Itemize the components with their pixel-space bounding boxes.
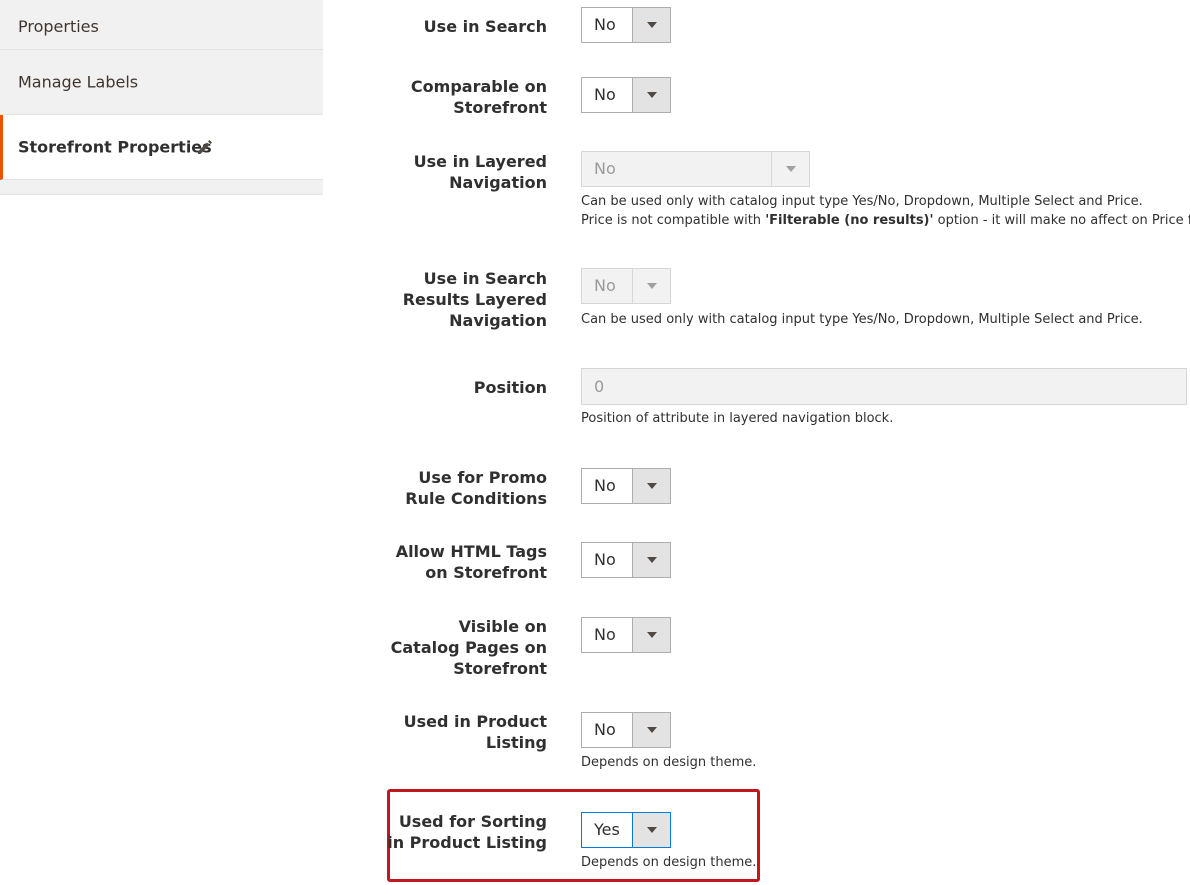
position-label: Position: [473, 378, 547, 397]
use-in-search-label: Use in Search: [423, 17, 547, 36]
html-tags-label: Allow HTML Tags on Storefront: [395, 542, 547, 582]
promo-rules-select[interactable]: No: [581, 468, 671, 504]
product-listing-note: Depends on design theme.: [581, 755, 757, 770]
chevron-down-icon: [632, 813, 670, 847]
layered-nav-note: Can be used only with catalog input type…: [581, 194, 1190, 228]
chevron-down-icon: [632, 78, 670, 112]
sidebar-item-label: Properties: [18, 17, 99, 36]
comparable-select[interactable]: No: [581, 77, 671, 113]
visible-catalog-label: Visible on Catalog Pages on Storefront: [390, 617, 547, 678]
layered-nav-select: No: [581, 151, 810, 187]
chevron-down-icon: [632, 713, 670, 747]
position-input: 0: [581, 368, 1187, 405]
sidebar-item-manage-labels[interactable]: Manage Labels: [0, 50, 323, 115]
sidebar-bottom-strip: [0, 180, 323, 195]
pencil-icon: [198, 140, 212, 154]
product-listing-select[interactable]: No: [581, 712, 671, 748]
sidebar-item-label: Manage Labels: [18, 72, 139, 92]
product-listing-label: Used in Product Listing: [403, 712, 547, 752]
chevron-down-icon: [632, 8, 670, 42]
chevron-down-icon: [632, 269, 670, 303]
sidebar-item-storefront-properties[interactable]: Storefront Properties: [0, 115, 323, 180]
use-in-search-select[interactable]: No: [581, 7, 671, 43]
chevron-down-icon: [632, 618, 670, 652]
sidebar-item-properties[interactable]: Properties: [0, 0, 323, 50]
search-layered-nav-note: Can be used only with catalog input type…: [581, 312, 1143, 327]
position-note: Position of attribute in layered navigat…: [581, 411, 894, 426]
comparable-label: Comparable on Storefront: [410, 77, 547, 117]
layered-nav-label: Use in Layered Navigation: [413, 152, 547, 192]
sidebar-item-label: Storefront Properties: [18, 137, 212, 157]
search-layered-nav-select: No: [581, 268, 671, 304]
visible-catalog-select[interactable]: No: [581, 617, 671, 653]
sorting-select[interactable]: Yes: [581, 812, 671, 848]
search-layered-nav-label: Use in Search Results Layered Navigation: [402, 269, 547, 330]
sorting-label: Used for Sorting in Product Listing: [387, 812, 547, 852]
chevron-down-icon: [771, 152, 809, 186]
promo-rules-label: Use for Promo Rule Conditions: [405, 468, 547, 508]
chevron-down-icon: [632, 469, 670, 503]
chevron-down-icon: [632, 543, 670, 577]
html-tags-select[interactable]: No: [581, 542, 671, 578]
sorting-note: Depends on design theme.: [581, 855, 757, 870]
